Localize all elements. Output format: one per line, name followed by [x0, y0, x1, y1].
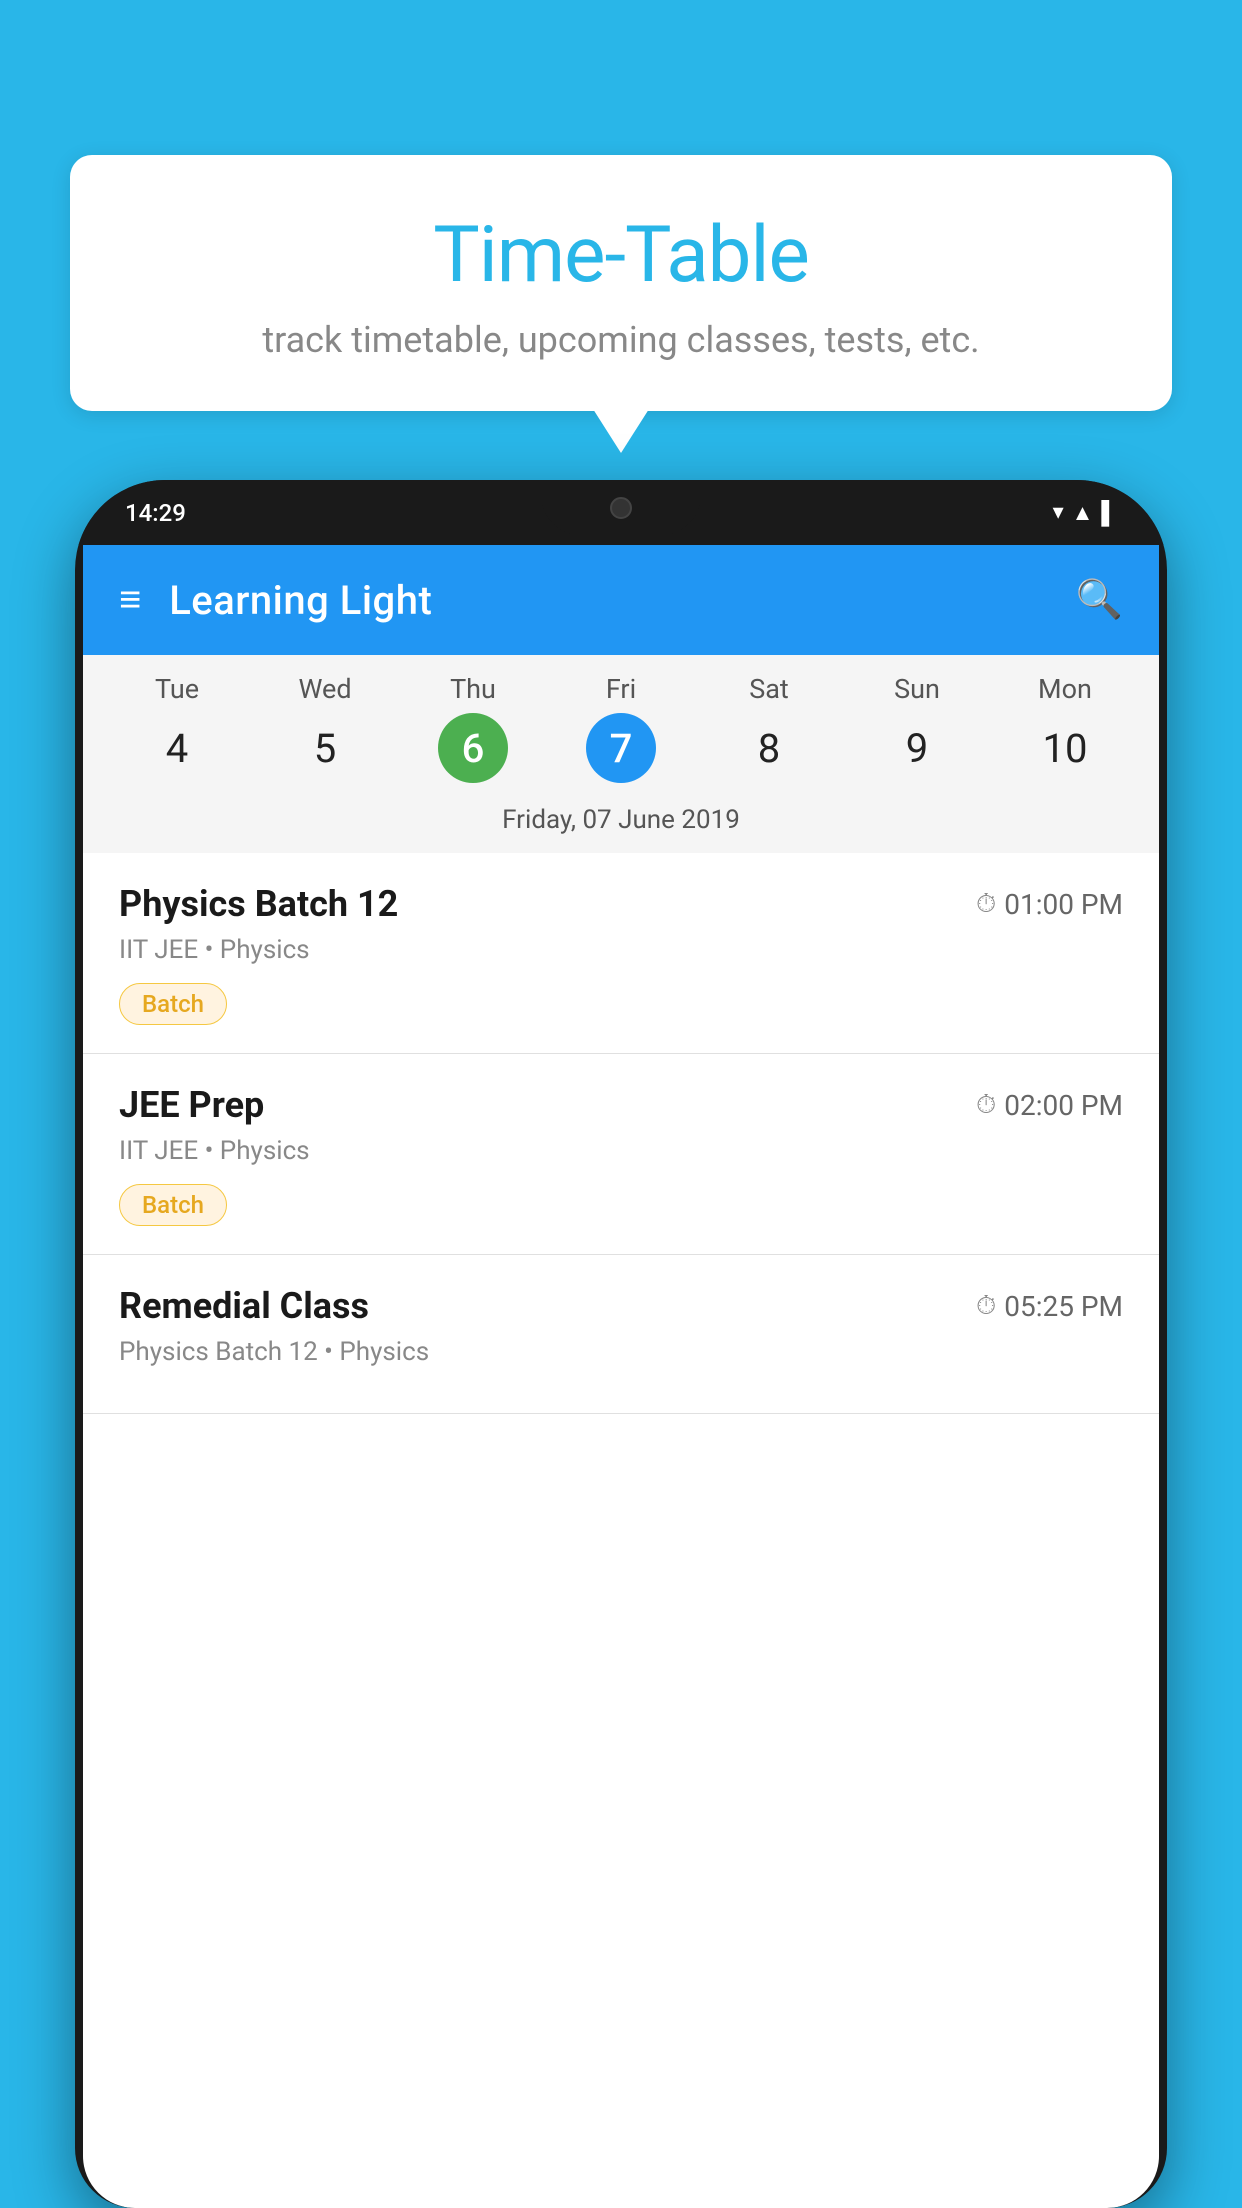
schedule-item[interactable]: Physics Batch 12 ⏱ 01:00 PM IIT JEE • Physi…: [83, 853, 1159, 1054]
schedule-item[interactable]: JEE Prep ⏱ 02:00 PM IIT JEE • Physics Batch: [83, 1054, 1159, 1255]
wifi-icon: ▾: [1053, 500, 1064, 525]
phone-notch: [541, 480, 701, 535]
schedule-item-header: Physics Batch 12 ⏱ 01:00 PM: [119, 883, 1123, 925]
day-name: Wed: [298, 673, 351, 705]
day-name: Fri: [606, 673, 636, 705]
speech-bubble-container: Time-Table track timetable, upcoming cla…: [70, 155, 1172, 411]
status-time: 14:29: [125, 499, 186, 527]
time-text: 01:00 PM: [1004, 888, 1123, 921]
time-text: 02:00 PM: [1004, 1089, 1123, 1122]
day-col-4[interactable]: Tue 4: [112, 673, 242, 783]
day-number[interactable]: 8: [734, 713, 804, 783]
signal-icon: ▲: [1072, 500, 1094, 526]
bubble-subtitle: track timetable, upcoming classes, tests…: [130, 319, 1112, 361]
schedule-title: Remedial Class: [119, 1285, 369, 1327]
app-bar: ≡ Learning Light 🔍: [83, 545, 1159, 655]
day-name: Thu: [450, 673, 496, 705]
time-text: 05:25 PM: [1004, 1290, 1123, 1323]
bubble-title: Time-Table: [130, 210, 1112, 301]
schedule-time: ⏱ 05:25 PM: [976, 1290, 1123, 1323]
day-col-6[interactable]: Thu 6: [408, 673, 538, 783]
hamburger-menu-icon[interactable]: ≡: [119, 581, 141, 619]
day-col-7[interactable]: Fri 7: [556, 673, 686, 783]
selected-date-label: Friday, 07 June 2019: [83, 793, 1159, 853]
schedule-subtitle: Physics Batch 12 • Physics: [119, 1337, 1123, 1367]
day-number[interactable]: 10: [1030, 713, 1100, 783]
clock-icon: ⏱: [976, 889, 996, 920]
day-number[interactable]: 5: [290, 713, 360, 783]
days-row: Tue 4 Wed 5 Thu 6 Fri 7 Sat 8 Sun 9 Mon 10: [83, 673, 1159, 783]
day-col-9[interactable]: Sun 9: [852, 673, 982, 783]
day-name: Sun: [894, 673, 940, 705]
battery-icon: ▌: [1101, 500, 1117, 526]
schedule-title: JEE Prep: [119, 1084, 264, 1126]
camera-dot: [610, 497, 632, 519]
batch-tag: Batch: [119, 983, 227, 1025]
schedule-subtitle: IIT JEE • Physics: [119, 935, 1123, 965]
schedule-time: ⏱ 01:00 PM: [976, 888, 1123, 921]
day-number[interactable]: 9: [882, 713, 952, 783]
status-icons: ▾ ▲ ▌: [1053, 500, 1117, 526]
day-name: Sat: [749, 673, 789, 705]
clock-icon: ⏱: [976, 1291, 996, 1322]
schedule-subtitle: IIT JEE • Physics: [119, 1136, 1123, 1166]
phone-screen: ≡ Learning Light 🔍 Tue4Wed5Thu6Fri7Sat8S…: [83, 545, 1159, 2208]
phone-top-bar: 14:29 ▾ ▲ ▌: [75, 480, 1167, 545]
day-col-5[interactable]: Wed 5: [260, 673, 390, 783]
speech-bubble: Time-Table track timetable, upcoming cla…: [70, 155, 1172, 411]
schedule-item-header: JEE Prep ⏱ 02:00 PM: [119, 1084, 1123, 1126]
clock-icon: ⏱: [976, 1090, 996, 1121]
day-number[interactable]: 4: [142, 713, 212, 783]
schedule-item-header: Remedial Class ⏱ 05:25 PM: [119, 1285, 1123, 1327]
batch-tag: Batch: [119, 1184, 227, 1226]
calendar-strip: Tue 4 Wed 5 Thu 6 Fri 7 Sat 8 Sun 9 Mon 10 Friday, 07…: [83, 655, 1159, 853]
search-icon[interactable]: 🔍: [1076, 578, 1123, 622]
schedule-title: Physics Batch 12: [119, 883, 398, 925]
day-col-8[interactable]: Sat 8: [704, 673, 834, 783]
app-title: Learning Light: [169, 577, 1047, 624]
day-name: Tue: [155, 673, 199, 705]
phone-frame: 14:29 ▾ ▲ ▌ ≡ Learning Light 🔍 Tue4Wed5T…: [75, 480, 1167, 2208]
day-name: Mon: [1038, 673, 1092, 705]
schedule-item[interactable]: Remedial Class ⏱ 05:25 PM Physics Batch 12 …: [83, 1255, 1159, 1414]
day-number[interactable]: 7: [586, 713, 656, 783]
schedule-list: Physics Batch 12 ⏱ 01:00 PM IIT JEE • Physi…: [83, 853, 1159, 1414]
day-number[interactable]: 6: [438, 713, 508, 783]
day-col-10[interactable]: Mon 10: [1000, 673, 1130, 783]
schedule-time: ⏱ 02:00 PM: [976, 1089, 1123, 1122]
